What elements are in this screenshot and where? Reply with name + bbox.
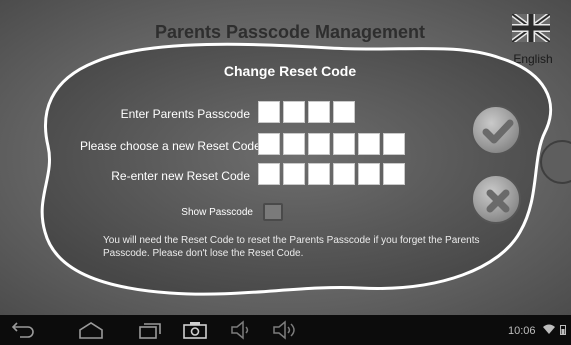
passcode-digit-box[interactable]: [258, 101, 280, 123]
reenter-reset-code-input[interactable]: [258, 163, 405, 185]
show-passcode-label: Show Passcode: [181, 207, 253, 218]
enter-passcode-label: Enter Parents Passcode: [120, 107, 250, 121]
reenter-reset-code-label: Re-enter new Reset Code: [111, 169, 250, 183]
close-icon: [486, 189, 510, 213]
passcode-digit-box[interactable]: [283, 101, 305, 123]
passcode-digit-box[interactable]: [333, 101, 355, 123]
reset-code-digit-box[interactable]: [283, 133, 305, 155]
reset-code-digit-box[interactable]: [358, 163, 380, 185]
app-screen: Parents Passcode Management English Chan…: [0, 0, 571, 315]
reset-code-digit-box[interactable]: [308, 163, 330, 185]
reset-code-info-text: You will need the Reset Code to reset th…: [103, 235, 480, 259]
volume-up-icon[interactable]: [270, 320, 300, 340]
parents-passcode-input[interactable]: [258, 101, 355, 123]
reset-code-digit-box[interactable]: [333, 133, 355, 155]
reset-code-digit-box[interactable]: [308, 133, 330, 155]
new-reset-code-input[interactable]: [258, 133, 405, 155]
clock-time: 10:06: [508, 325, 536, 337]
reset-code-digit-box[interactable]: [258, 163, 280, 185]
volume-down-icon[interactable]: [228, 320, 256, 340]
dialog-panel: [40, 42, 553, 296]
reset-code-digit-box[interactable]: [258, 133, 280, 155]
battery-icon: [559, 325, 566, 335]
confirm-button[interactable]: [471, 105, 521, 155]
new-reset-code-label: Please choose a new Reset Code: [80, 139, 261, 153]
wifi-icon: [542, 324, 555, 334]
status-clock: 10:06: [508, 324, 566, 337]
back-icon[interactable]: [8, 320, 36, 340]
reset-code-digit-box[interactable]: [283, 163, 305, 185]
reset-code-digit-box[interactable]: [333, 163, 355, 185]
system-navigation-bar: 10:06: [0, 315, 571, 345]
dialog-title: Change Reset Code: [223, 63, 357, 79]
reset-code-digit-box[interactable]: [383, 133, 405, 155]
show-passcode-checkbox[interactable]: [263, 203, 283, 221]
passcode-digit-box[interactable]: [308, 101, 330, 123]
checkmark-icon: [482, 119, 514, 144]
screenshot-icon[interactable]: [181, 320, 209, 340]
cancel-button[interactable]: [471, 174, 521, 224]
reset-code-digit-box[interactable]: [383, 163, 405, 185]
home-icon[interactable]: [77, 320, 105, 340]
recent-apps-icon[interactable]: [136, 320, 164, 340]
reset-code-digit-box[interactable]: [358, 133, 380, 155]
